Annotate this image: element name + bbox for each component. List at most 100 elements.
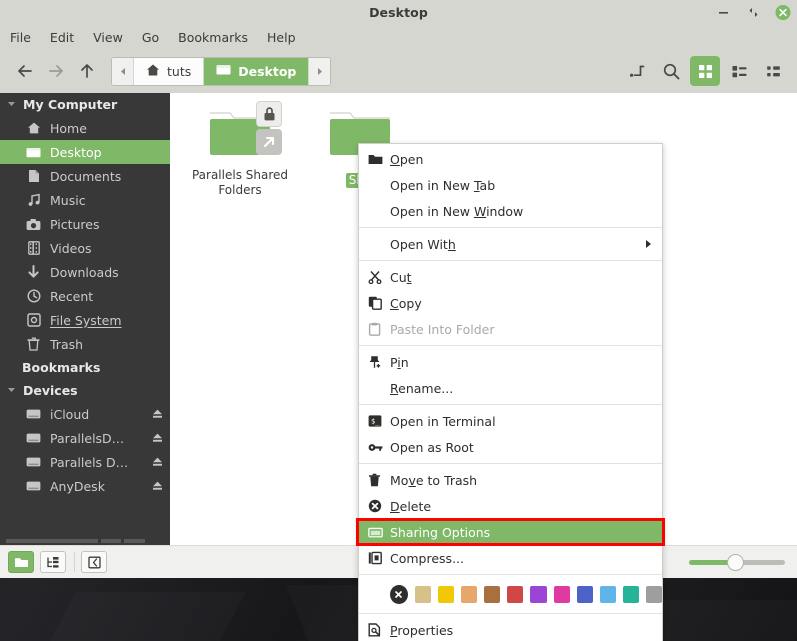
menu-item-paste-into-folder: Paste Into Folder (359, 316, 662, 342)
color-swatch-grey[interactable] (646, 586, 662, 603)
path-entry-icon[interactable] (622, 56, 652, 86)
eject-icon[interactable] (148, 408, 166, 420)
zoom-slider[interactable] (689, 552, 785, 572)
sidebar-scrollbar[interactable] (6, 539, 164, 543)
sidebar-item-trash[interactable]: Trash (0, 332, 170, 356)
zoom-slider-knob[interactable] (727, 554, 744, 571)
minimize-button[interactable] (715, 5, 731, 21)
menu-separator (359, 463, 662, 464)
color-swatch-red[interactable] (507, 586, 523, 603)
color-swatch-no-color[interactable] (390, 585, 408, 604)
download-arrow-icon (26, 265, 41, 280)
menu-file[interactable]: File (10, 30, 31, 45)
menu-go[interactable]: Go (142, 30, 159, 45)
menu-item-open-in-new-tab[interactable]: Open in New Tab (359, 172, 662, 198)
menu-item-open-in-terminal[interactable]: $_ Open in Terminal (359, 408, 662, 434)
sidebar-item-documents[interactable]: Documents (0, 164, 170, 188)
sidebar-item-music[interactable]: Music (0, 188, 170, 212)
folder-pane-icon[interactable] (8, 551, 34, 573)
sidebar-item-label: File System (50, 313, 170, 328)
sidebar-item-downloads[interactable]: Downloads (0, 260, 170, 284)
sidebar-item-anydesk[interactable]: AnyDesk (0, 474, 170, 498)
menu-item-open-as-root[interactable]: Open as Root (359, 434, 662, 460)
menu-item-open-in-new-window[interactable]: Open in New Window (359, 198, 662, 224)
menu-item-delete[interactable]: Delete (359, 493, 662, 519)
search-icon[interactable] (656, 56, 686, 86)
menu-bookmarks[interactable]: Bookmarks (178, 30, 248, 45)
eject-icon[interactable] (148, 456, 166, 468)
sidebar-item-videos[interactable]: Videos (0, 236, 170, 260)
color-swatch-light-blue[interactable] (600, 586, 616, 603)
sidebar-item-desktop[interactable]: Desktop (0, 140, 170, 164)
compact-view-icon[interactable] (758, 56, 788, 86)
color-swatch-blue[interactable] (577, 586, 593, 603)
sidebar-item-file-system[interactable]: File System (0, 308, 170, 332)
color-swatch-teal[interactable] (623, 586, 639, 603)
folder-icon (368, 153, 390, 166)
sidebar-item-parallels-d-1[interactable]: ParallelsD… (0, 426, 170, 450)
pin-icon (368, 355, 390, 369)
list-view-icon[interactable] (724, 56, 754, 86)
eject-icon[interactable] (148, 480, 166, 492)
drive-icon (26, 431, 41, 446)
sidebar-item-parallels-d-2[interactable]: Parallels D… (0, 450, 170, 474)
forward-button[interactable] (40, 57, 71, 85)
file-icon-parallels-shared-folders[interactable]: Parallels Shared Folders (180, 105, 300, 198)
sidebar-item-label: AnyDesk (50, 479, 139, 494)
back-button[interactable] (9, 57, 40, 85)
sidebar-group-my-computer[interactable]: My Computer (0, 93, 170, 116)
sidebar-item-label: Music (50, 193, 170, 208)
sidebar-group-bookmarks[interactable]: Bookmarks (0, 356, 170, 379)
menu-item-label: Properties (390, 623, 662, 638)
menu-edit[interactable]: Edit (50, 30, 74, 45)
delete-circle-icon (368, 499, 390, 513)
sidebar-item-pictures[interactable]: Pictures (0, 212, 170, 236)
up-button[interactable] (71, 57, 102, 85)
color-swatch-magenta[interactable] (554, 586, 570, 603)
drive-icon (26, 407, 41, 422)
color-swatch-tan[interactable] (415, 586, 431, 603)
menu-help[interactable]: Help (267, 30, 296, 45)
sidebar-item-recent[interactable]: Recent (0, 284, 170, 308)
terminal-icon: $_ (368, 414, 390, 428)
sidebar-item-label: Downloads (50, 265, 170, 280)
clock-icon (26, 289, 41, 304)
menu-item-properties[interactable]: Properties (359, 617, 662, 641)
menu-item-pin[interactable]: Pin (359, 349, 662, 375)
breadcrumb-scroll-left[interactable] (112, 58, 134, 85)
menu-item-label: Pin (390, 355, 662, 370)
menu-item-label: Compress... (390, 551, 662, 566)
menu-item-sharing-options[interactable]: Sharing Options (359, 519, 662, 545)
menu-item-cut[interactable]: Cut (359, 264, 662, 290)
drive-icon (26, 479, 41, 494)
color-swatch-purple[interactable] (530, 586, 546, 603)
menu-item-copy[interactable]: Copy (359, 290, 662, 316)
breadcrumb-scroll-right[interactable] (308, 58, 330, 85)
eject-icon[interactable] (148, 432, 166, 444)
sidebar-group-devices[interactable]: Devices (0, 379, 170, 402)
color-swatch-brown[interactable] (484, 586, 500, 603)
color-swatch-orange[interactable] (461, 586, 477, 603)
copy-icon (368, 296, 390, 310)
menu-item-rename[interactable]: Rename... (359, 375, 662, 401)
desktop-folder-icon (26, 145, 41, 160)
menu-item-move-to-trash[interactable]: Move to Trash (359, 467, 662, 493)
maximize-button[interactable] (745, 5, 761, 21)
color-swatch-yellow[interactable] (438, 586, 454, 603)
menu-item-label: Move to Trash (390, 473, 662, 488)
tree-pane-icon[interactable] (40, 551, 66, 573)
close-button[interactable] (775, 5, 791, 21)
menu-view[interactable]: View (93, 30, 123, 45)
breadcrumb-item-desktop[interactable]: Desktop (204, 58, 308, 85)
menu-bar: File Edit View Go Bookmarks Help (0, 25, 797, 49)
menu-item-label: Sharing Options (390, 525, 662, 540)
grid-view-icon[interactable] (690, 56, 720, 86)
sidebar-item-icloud[interactable]: iCloud (0, 402, 170, 426)
sidebar-item-home[interactable]: Home (0, 116, 170, 140)
sidebar-toggle-icon[interactable] (81, 551, 107, 573)
menu-item-open[interactable]: Open (359, 146, 662, 172)
menu-item-compress[interactable]: Compress... (359, 545, 662, 571)
breadcrumb-item-tuts[interactable]: tuts (134, 58, 203, 85)
menu-item-open-with[interactable]: Open With (359, 231, 662, 257)
statusbar-divider (74, 552, 75, 572)
